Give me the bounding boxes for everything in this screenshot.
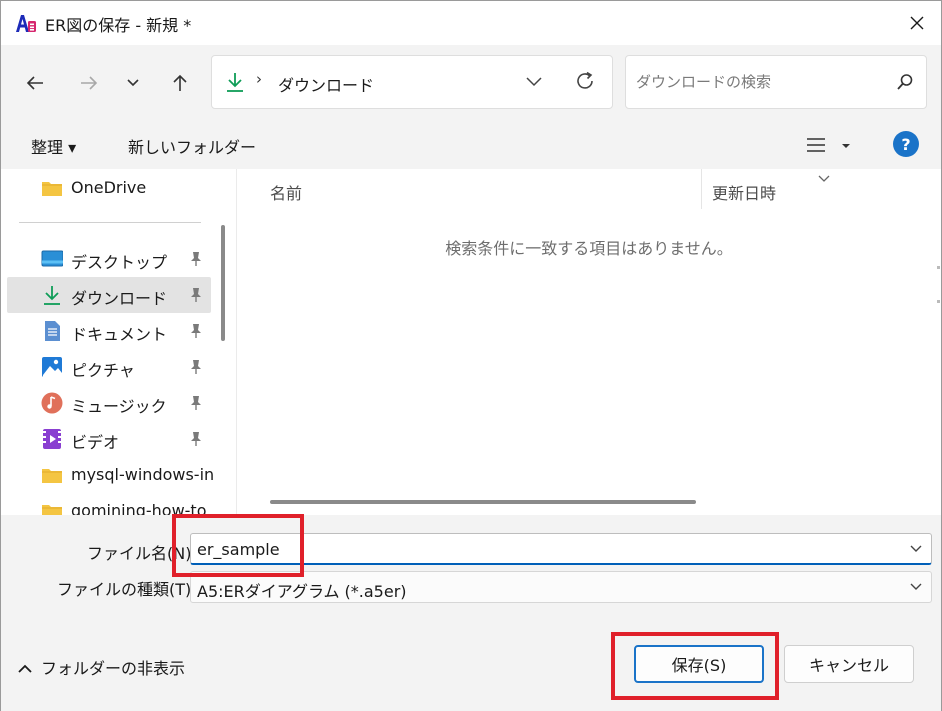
folder-icon [41,464,63,486]
pin-icon[interactable] [189,323,203,343]
sidebar-item-label: OneDrive [71,178,147,197]
sidebar-item-gomining[interactable]: gomining-how-to [7,493,211,515]
chevron-down-icon [526,77,542,87]
back-button[interactable] [17,65,53,101]
filetype-select[interactable]: A5:ERダイアグラム (*.a5er) [190,571,932,603]
sidebar-item-label: ダウンロード [71,289,168,308]
title-bar: ER図の保存 - 新規 * [1,1,941,45]
save-dialog: ER図の保存 - 新規 * › ダウンロード ダウンロードの検索 整理 ▾ 新し… [0,0,942,711]
document-icon [41,320,63,342]
command-bar: 整理 ▾ 新しいフォルダー ? [1,121,941,169]
save-button[interactable]: 保存(S) [634,645,764,683]
folder-icon [41,500,63,515]
filetype-value: A5:ERダイアグラム (*.a5er) [197,582,407,601]
filename-input[interactable] [197,537,887,561]
forward-button[interactable] [71,65,107,101]
sidebar-item-label: ミュージック [71,397,167,416]
help-button[interactable]: ? [893,131,919,157]
sidebar-item-onedrive[interactable]: OneDrive [7,170,211,206]
search-icon[interactable] [896,73,914,95]
empty-results-message: 検索条件に一致する項目はありません。 [445,239,733,258]
arrow-up-icon [173,74,187,91]
organize-button[interactable]: 整理 ▾ [31,134,76,158]
chevron-up-icon [17,661,33,679]
folder-icon [41,177,63,199]
pin-icon[interactable] [189,431,203,451]
filename-label: ファイル名(N): [87,544,197,563]
sidebar-item-label: mysql-windows-in [71,465,215,484]
a5er-app-icon [15,12,37,34]
sidebar-item-label: ドキュメント [71,325,168,344]
pin-icon[interactable] [189,359,203,379]
sidebar-item-label: デスクトップ [71,253,168,272]
pin-icon[interactable] [189,287,203,307]
close-button[interactable] [893,1,941,45]
sidebar-item-documents[interactable]: ドキュメント [7,313,211,349]
arrow-right-icon [81,76,98,90]
sidebar-item-label: ビデオ [71,433,120,452]
column-header-date-modified[interactable]: 更新日時 [712,180,776,204]
hide-folders-label: フォルダーの非表示 [41,659,186,678]
filetype-label: ファイルの種類(T): [57,580,197,599]
sidebar-item-desktop[interactable]: デスクトップ [7,241,211,277]
window-title: ER図の保存 - 新規 * [45,16,192,35]
sidebar-divider [19,222,201,223]
refresh-button[interactable] [574,70,596,96]
sidebar-item-downloads[interactable]: ダウンロード [7,277,211,313]
sidebar-scrollbar[interactable] [221,225,225,341]
chevron-down-icon [910,583,922,590]
scroll-marker [937,300,940,303]
arrow-left-icon [26,76,43,90]
sidebar-item-videos[interactable]: ビデオ [7,421,211,457]
breadcrumb-separator: › [256,70,262,88]
refresh-icon [577,71,593,89]
music-icon [41,392,63,414]
filename-combobox[interactable] [190,533,932,565]
desktop-icon [41,248,64,270]
search-input[interactable] [636,70,886,94]
filetype-dropdown-button[interactable] [909,580,923,598]
recent-locations-button[interactable] [115,65,151,101]
pane-separator [229,169,237,515]
view-options-button[interactable] [805,133,857,159]
download-icon [41,284,63,306]
sort-chevron-icon [817,169,831,187]
sidebar-item-label: gomining-how-to [71,501,207,515]
list-view-icon [807,138,850,152]
pin-icon[interactable] [189,395,203,415]
navigation-bar: › ダウンロード [1,45,941,121]
breadcrumb-downloads[interactable]: ダウンロード [278,72,374,96]
sidebar-item-mysql-windows[interactable]: mysql-windows-in [7,457,215,493]
address-bar[interactable]: › ダウンロード [211,55,613,109]
up-button[interactable] [162,65,198,101]
sidebar-item-pictures[interactable]: ピクチャ [7,349,211,385]
column-header-name[interactable]: 名前 [270,180,302,204]
filename-dropdown-button[interactable] [909,542,923,560]
pictures-icon [41,356,63,378]
close-icon [910,16,924,30]
chevron-down-icon [910,545,922,552]
video-icon [41,428,63,450]
save-form: ファイル名(N): ファイルの種類(T): A5:ERダイアグラム (*.a5e… [1,515,941,711]
download-icon [224,71,246,97]
navigation-pane: OneDrive デスクトップ ダウンロード ドキュメント ピクチャ ミュージッ… [1,169,229,515]
cancel-button[interactable]: キャンセル [784,645,914,683]
column-divider[interactable] [701,169,702,209]
search-box[interactable] [625,55,927,109]
scroll-marker [937,266,940,269]
pin-icon[interactable] [189,251,203,271]
sidebar-item-label: ピクチャ [71,361,135,380]
horizontal-scrollbar[interactable] [270,500,696,504]
chevron-down-icon [127,79,139,87]
address-history-button[interactable] [524,72,544,96]
file-list: 名前 更新日時 検索条件に一致する項目はありません。 [237,169,941,515]
new-folder-button[interactable]: 新しいフォルダー [128,134,256,158]
sidebar-item-music[interactable]: ミュージック [7,385,211,421]
